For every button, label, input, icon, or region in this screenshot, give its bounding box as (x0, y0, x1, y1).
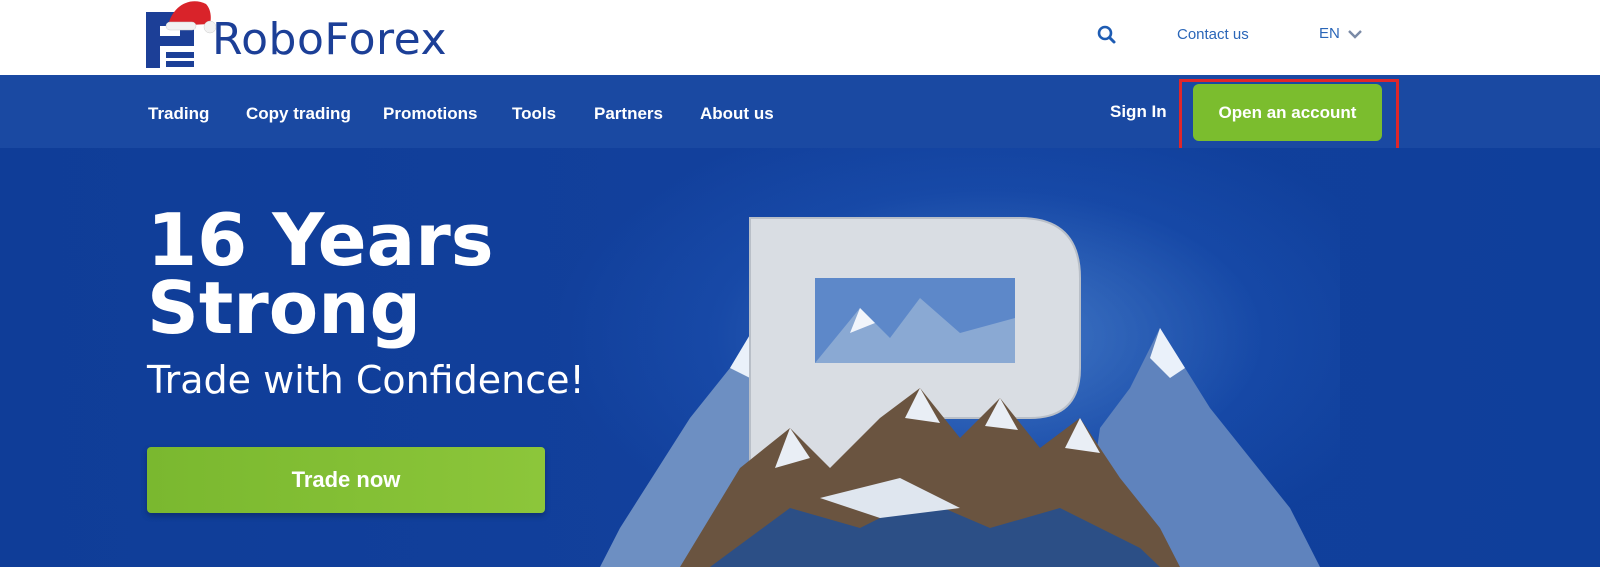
nav-item-trading[interactable]: Trading (148, 104, 209, 124)
language-selector[interactable]: EN (1319, 25, 1362, 42)
contact-us-link[interactable]: Contact us (1177, 26, 1249, 43)
hero-subtitle: Trade with Confidence! (147, 358, 585, 402)
chevron-down-icon (1347, 29, 1362, 39)
logo-text: RoboForex (212, 14, 447, 65)
trade-now-button[interactable]: Trade now (147, 447, 545, 513)
nav-item-tools[interactable]: Tools (512, 104, 556, 124)
top-bar: RoboForex Contact us EN (0, 0, 1600, 75)
language-label: EN (1319, 25, 1340, 42)
hero-title-line-1: 16 Years (147, 198, 494, 282)
nav-item-partners[interactable]: Partners (594, 104, 663, 124)
sign-in-link[interactable]: Sign In (1110, 102, 1167, 122)
nav-item-copy-trading[interactable]: Copy trading (246, 104, 351, 124)
nav-item-about-us[interactable]: About us (700, 104, 774, 124)
santa-hat-icon (165, 1, 216, 34)
mountain-logo-illustration (600, 217, 1320, 567)
hero-title: 16 Years Strong (147, 198, 627, 350)
main-navigation: Trading Copy trading Promotions Tools Pa… (0, 75, 1600, 151)
search-icon[interactable] (1096, 24, 1118, 46)
hero-banner: 16 Years Strong Trade with Confidence! T… (0, 148, 1600, 567)
hero-title-line-2: Strong (147, 266, 422, 350)
nav-item-promotions[interactable]: Promotions (383, 104, 477, 124)
logo-link[interactable]: RoboForex (146, 1, 447, 68)
open-account-button[interactable]: Open an account (1193, 84, 1382, 141)
